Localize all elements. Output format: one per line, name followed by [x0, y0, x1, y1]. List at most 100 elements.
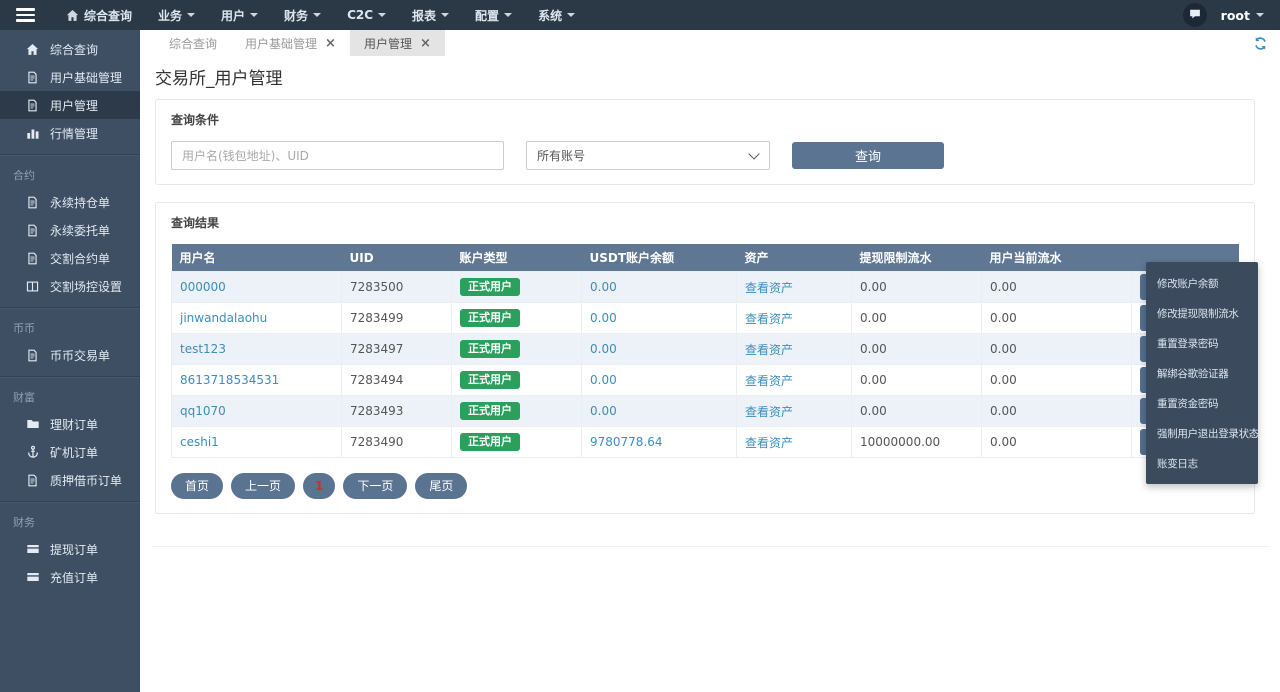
usdt-balance-link[interactable]: 9780778.64 [590, 435, 663, 449]
usdt-balance-link[interactable]: 0.00 [590, 311, 617, 325]
uid-cell: 7283490 [341, 426, 452, 458]
pagination-last[interactable]: 尾页 [415, 473, 468, 500]
page-title: 交易所_用户管理 [155, 69, 283, 89]
action-menu-item[interactable]: 修改账户余额 [1146, 268, 1258, 298]
sidebar-toggle[interactable] [16, 8, 35, 22]
sidebar-item[interactable]: 矿机订单 [0, 438, 140, 466]
sidebar-section-label: 合约 [13, 169, 35, 182]
usdt-balance-link[interactable]: 0.00 [590, 342, 617, 356]
action-menu-item[interactable]: 强制用户退出登录状态 [1146, 418, 1258, 448]
sidebar-item[interactable]: 行情管理 [0, 119, 140, 147]
topbar-menu-item[interactable]: 财务 [271, 0, 334, 30]
sidebar-section: 财务提现订单 充值订单 [0, 501, 140, 598]
pagination-next[interactable]: 下一页 [343, 473, 408, 500]
refresh-button[interactable] [1253, 36, 1268, 54]
tab[interactable]: 综合查询 [155, 30, 231, 56]
username-link[interactable]: 8613718534531 [180, 373, 279, 387]
view-assets-link[interactable]: 查看资产 [745, 281, 793, 295]
topbar-menu-item[interactable]: 综合查询 [53, 0, 145, 30]
column-header: USDT账户余额 [581, 244, 737, 272]
view-assets-link[interactable]: 查看资产 [745, 374, 793, 388]
uid-cell: 7283497 [341, 333, 452, 365]
withdraw-limit-cell: 0.00 [851, 302, 982, 334]
sidebar-item[interactable]: 质押借币订单 [0, 466, 140, 494]
tab[interactable]: 用户管理 × [349, 30, 445, 56]
topbar-menu-item[interactable]: 业务 [145, 0, 208, 30]
current-flow-cell: 0.00 [981, 333, 1132, 365]
account-type-select[interactable]: 所有账号 [526, 141, 770, 170]
account-type-cell: 正式用户 [451, 426, 582, 458]
sidebar-item[interactable]: 币币交易单 [0, 341, 140, 369]
sidebar-section: 综合查询 用户基础管理用户管理行情管理 [0, 30, 140, 154]
topbar-menu-item[interactable]: 配置 [462, 0, 525, 30]
username-link[interactable]: 000000 [180, 280, 226, 294]
view-assets-link[interactable]: 查看资产 [745, 405, 793, 419]
username-cell: 8613718534531 [171, 364, 342, 396]
user-menu[interactable]: root [1221, 8, 1264, 23]
search-input[interactable] [171, 141, 504, 170]
sidebar-item[interactable]: 理财订单 [0, 410, 140, 438]
sidebar-item[interactable]: 用户基础管理 [0, 63, 140, 91]
username-link[interactable]: jinwandalaohu [180, 311, 267, 325]
sidebar-item[interactable]: 交割合约单 [0, 244, 140, 272]
username-link[interactable]: ceshi1 [180, 435, 219, 449]
table-row: qq10707283493正式用户0.00查看资产0.000.00操作 [171, 395, 1239, 427]
sidebar-section: 币币币币交易单 [0, 307, 140, 376]
pagination-prev[interactable]: 上一页 [231, 473, 296, 500]
action-menu-item[interactable]: 重置资金密码 [1146, 388, 1258, 418]
account-type-cell: 正式用户 [451, 364, 582, 396]
view-assets-link[interactable]: 查看资产 [745, 436, 793, 450]
withdraw-limit-cell: 0.00 [851, 333, 982, 365]
sidebar-item[interactable]: 交割场控设置 [0, 272, 140, 300]
username-link[interactable]: test123 [180, 342, 226, 356]
topbar-right: root [1182, 3, 1264, 27]
account-type-badge: 正式用户 [460, 339, 520, 359]
topbar-menu-item[interactable]: 报表 [399, 0, 462, 30]
caret-down-icon [1256, 13, 1264, 21]
action-menu-item[interactable]: 重置登录密码 [1146, 328, 1258, 358]
sidebar-item[interactable]: 用户管理 [0, 91, 140, 119]
account-type-badge: 正式用户 [460, 370, 520, 390]
action-menu-item[interactable]: 账变日志 [1146, 448, 1258, 478]
caret-down-icon [441, 13, 450, 21]
search-button[interactable]: 查询 [792, 142, 944, 169]
topbar-menu-label: 业务 [158, 8, 183, 23]
caret-down-icon [567, 13, 576, 21]
withdraw-limit-cell: 0.00 [851, 271, 982, 303]
sidebar-item[interactable]: 提现订单 [0, 535, 140, 563]
asset-cell: 查看资产 [736, 333, 852, 365]
sidebar: 综合查询 用户基础管理用户管理行情管理合约永续持仓单 永续委托单 交割合约单 交割场控设… [0, 30, 140, 692]
topbar-menu-item[interactable]: 用户 [208, 0, 271, 30]
sidebar-section-label: 财务 [13, 516, 35, 529]
usdt-balance-cell: 9780778.64 [581, 426, 737, 458]
account-type-badge: 正式用户 [460, 277, 520, 297]
view-assets-link[interactable]: 查看资产 [745, 312, 793, 326]
sidebar-item[interactable]: 永续持仓单 [0, 188, 140, 216]
close-icon[interactable]: × [325, 37, 336, 50]
usdt-balance-link[interactable]: 0.00 [590, 404, 617, 418]
sidebar-item[interactable]: 综合查询 [0, 35, 140, 63]
close-icon[interactable]: × [420, 37, 431, 50]
action-menu-item[interactable]: 修改提现限制流水 [1146, 298, 1258, 328]
account-type-cell: 正式用户 [451, 302, 582, 334]
caret-down-icon [378, 13, 387, 21]
sidebar-item[interactable]: 永续委托单 [0, 216, 140, 244]
sidebar-section-label: 币币 [13, 322, 35, 335]
action-menu-item[interactable]: 解绑谷歌验证器 [1146, 358, 1258, 388]
sidebar-item[interactable]: 充值订单 [0, 563, 140, 591]
username-link[interactable]: qq1070 [180, 404, 226, 418]
usdt-balance-link[interactable]: 0.00 [590, 280, 617, 294]
table-row: 8613718534531 7283494 正式用户 0.00 查看资产 0.00 0.00… [171, 364, 1239, 396]
sidebar-item-label: 用户管理 [50, 98, 99, 113]
refresh-icon [1253, 37, 1268, 54]
topbar-menu-item[interactable]: 系统 [525, 0, 588, 30]
pagination-current[interactable]: 1 [303, 473, 336, 500]
tab[interactable]: 用户基础管理 × [231, 30, 350, 56]
usdt-balance-link[interactable]: 0.00 [590, 373, 617, 387]
topbar-menu-item[interactable]: C2C [334, 0, 399, 30]
username-cell: ceshi1 [171, 426, 342, 458]
view-assets-link[interactable]: 查看资产 [745, 343, 793, 357]
results-panel: 查询结果 用户名 UID 账户类型 USDT账户余额 资产 提现限制流水 用户当前流水 00… [155, 202, 1255, 515]
pagination-first[interactable]: 首页 [171, 473, 224, 500]
messages-button[interactable] [1182, 3, 1207, 27]
